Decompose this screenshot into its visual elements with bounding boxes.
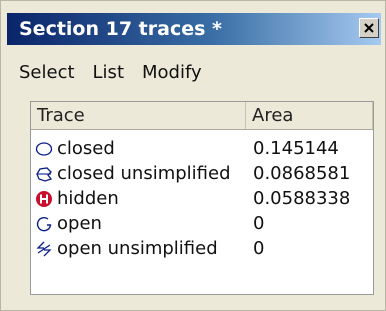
open-unsimplified-trace-icon xyxy=(36,241,52,256)
trace-area: 0 xyxy=(253,213,265,234)
trace-name-cell: closed unsimplified xyxy=(35,161,231,186)
list-rows: closed 0.145144 closed unsimplified 0.08… xyxy=(31,136,373,261)
menu-select[interactable]: Select xyxy=(19,60,75,86)
hidden-trace-icon xyxy=(36,190,52,207)
open-trace-icon xyxy=(36,216,52,231)
list-header: Trace Area xyxy=(31,102,373,130)
trace-list[interactable]: Trace Area closed 0.145144 closed unsimp… xyxy=(30,101,374,295)
traces-window: Section 17 traces * Select List Modify T… xyxy=(0,0,386,311)
trace-name: open unsimplified xyxy=(57,238,218,259)
trace-name-cell: hidden xyxy=(35,186,119,211)
trace-name: closed xyxy=(57,138,115,159)
table-row[interactable]: closed 0.145144 xyxy=(31,136,373,161)
table-row[interactable]: open 0 xyxy=(31,211,373,236)
column-header-trace[interactable]: Trace xyxy=(31,102,246,129)
menu-list[interactable]: List xyxy=(93,60,124,86)
closed-trace-icon xyxy=(35,141,53,156)
trace-area: 0.145144 xyxy=(253,138,339,159)
menu-bar: Select List Modify xyxy=(19,60,202,86)
trace-name-cell: open unsimplified xyxy=(35,236,218,261)
trace-area: 0.0588338 xyxy=(253,188,351,209)
trace-name: open xyxy=(57,213,102,234)
trace-name-cell: closed xyxy=(35,136,115,161)
close-button[interactable] xyxy=(359,18,379,38)
title-bar[interactable]: Section 17 traces * xyxy=(7,13,381,45)
close-icon xyxy=(364,23,374,33)
column-header-area[interactable]: Area xyxy=(246,102,373,129)
trace-name-cell: open xyxy=(35,211,102,236)
table-row[interactable]: closed unsimplified 0.0868581 xyxy=(31,161,373,186)
trace-area: 0 xyxy=(253,238,265,259)
menu-modify[interactable]: Modify xyxy=(142,60,202,86)
window-title: Section 17 traces * xyxy=(19,18,222,40)
closed-unsimplified-trace-icon xyxy=(36,166,53,182)
trace-name: closed unsimplified xyxy=(57,163,231,184)
trace-name: hidden xyxy=(57,188,119,209)
trace-area: 0.0868581 xyxy=(253,163,351,184)
table-row[interactable]: open unsimplified 0 xyxy=(31,236,373,261)
table-row[interactable]: hidden 0.0588338 xyxy=(31,186,373,211)
